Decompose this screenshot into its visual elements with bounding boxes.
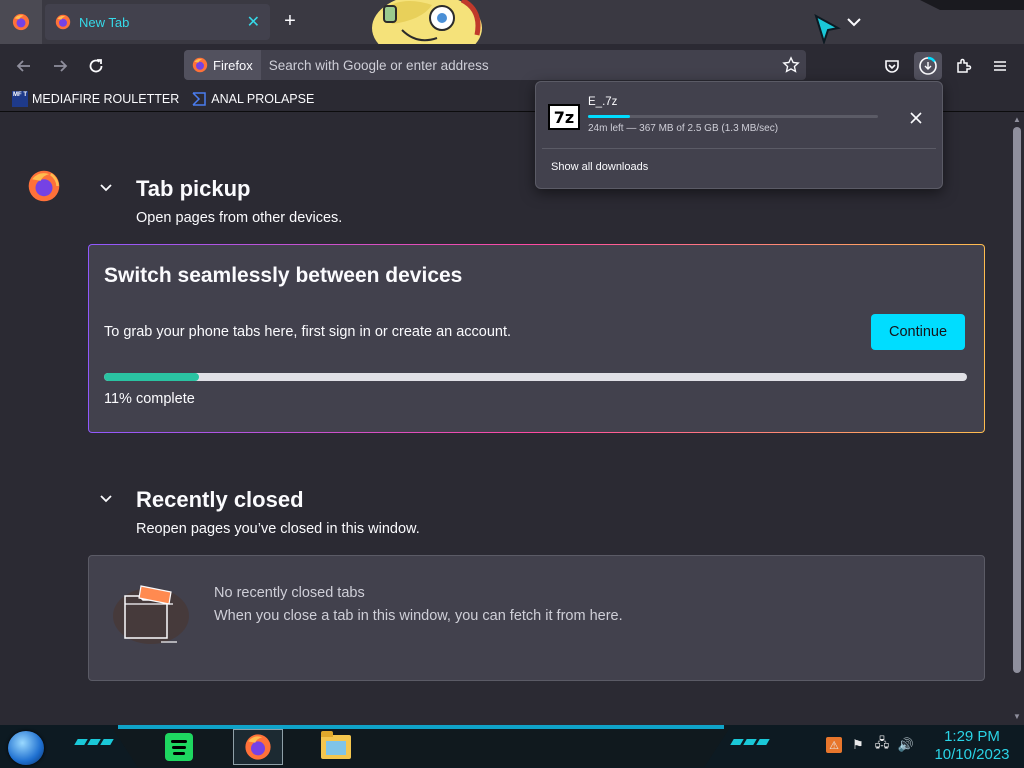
arrow-right-icon	[54, 60, 68, 72]
recently-closed-toggle[interactable]	[96, 488, 116, 508]
tab-pickup-title: Tab pickup	[136, 176, 251, 201]
tab-strip: New Tab ✕ +	[0, 0, 1024, 62]
cursor-decoration	[814, 14, 841, 44]
bookmark-page-button[interactable]	[776, 50, 806, 80]
bookmark-label: MEDIAFIRE ROULETTER	[32, 91, 180, 106]
page-scrollbar[interactable]: ▲ ▼	[1010, 113, 1024, 725]
cancel-download-button[interactable]	[904, 106, 928, 130]
taskbar-decoration-left	[74, 739, 114, 745]
empty-state-title: No recently closed tabs	[214, 585, 365, 601]
identity-label: Firefox	[213, 57, 253, 73]
firefox-icon	[245, 734, 271, 760]
7z-file-icon: 7z	[548, 104, 580, 130]
bookmark-item-second[interactable]: ANAL PROLAPSE	[189, 88, 316, 110]
taskbar-app-file-explorer[interactable]	[311, 729, 361, 765]
firefox-logo-icon	[28, 170, 60, 202]
extensions-button[interactable]	[950, 52, 978, 80]
pocket-button[interactable]	[878, 52, 906, 80]
start-button[interactable]	[8, 731, 44, 765]
setup-progress-fill	[104, 373, 199, 381]
clock-date: 10/10/2023	[934, 746, 1010, 763]
progress-label: 11% complete	[104, 391, 195, 407]
download-file-name[interactable]: E_.7z	[588, 96, 617, 108]
back-button[interactable]	[10, 52, 38, 80]
card-text: To grab your phone tabs here, first sign…	[104, 324, 512, 340]
firefox-icon	[55, 14, 71, 30]
taskbar-glow	[118, 725, 724, 729]
show-all-downloads-button[interactable]: Show all downloads	[551, 161, 648, 173]
setup-progress-bar	[104, 373, 967, 381]
downloads-button[interactable]	[914, 52, 942, 80]
firefox-view-button[interactable]	[0, 0, 42, 44]
reload-button[interactable]	[82, 52, 110, 80]
bookmark-item-mediafire[interactable]: MF T MEDIAFIRE ROULETTER	[10, 88, 181, 110]
chevron-down-icon	[100, 495, 112, 503]
clock-time: 1:29 PM	[944, 728, 1000, 745]
taskbar-app-firefox[interactable]	[233, 729, 283, 765]
tab-pickup-subtitle: Open pages from other devices.	[136, 210, 343, 226]
navigation-toolbar: Firefox	[0, 44, 1024, 86]
download-progress-bar	[588, 115, 878, 118]
url-input[interactable]	[268, 57, 776, 73]
notification-icon[interactable]: ⚠	[826, 737, 842, 753]
taskbar-clock[interactable]: 1:29 PM 10/10/2023	[926, 728, 1018, 764]
empty-folder-icon	[113, 585, 189, 644]
forward-button[interactable]	[46, 52, 74, 80]
download-progress-fill	[588, 115, 630, 118]
taskbar-center-panel	[113, 729, 729, 767]
recently-closed-subtitle: Reopen pages you’ve closed in this windo…	[136, 521, 420, 537]
identity-box[interactable]: Firefox	[184, 50, 261, 80]
reload-icon	[89, 59, 103, 73]
taskbar: ⚠ ⚑ 🖧 🔊 1:29 PM 10/10/2023	[0, 725, 1024, 768]
panel-divider	[542, 148, 936, 149]
list-all-tabs-button[interactable]	[842, 10, 866, 34]
system-tray: ⚠ ⚑ 🖧 🔊	[826, 735, 914, 753]
firefox-icon	[192, 57, 208, 73]
bookmark-label: ANAL PROLAPSE	[211, 91, 315, 106]
scroll-thumb[interactable]	[1013, 127, 1021, 673]
close-tab-icon[interactable]: ✕	[247, 12, 260, 32]
star-icon	[782, 56, 800, 73]
firefox-view-page: Tab pickup Open pages from other devices…	[0, 113, 1010, 725]
action-center-icon[interactable]: ⚑	[850, 737, 866, 753]
mediafire-icon: MF T	[12, 90, 28, 107]
download-progress-icon	[919, 56, 937, 75]
sync-setup-card: Switch seamlessly between devices To gra…	[88, 244, 985, 433]
card-title: Switch seamlessly between devices	[104, 264, 463, 287]
recently-closed-card: No recently closed tabs When you close a…	[88, 555, 985, 681]
chevron-down-icon	[100, 184, 112, 192]
taskbar-decoration-right	[730, 739, 770, 745]
tab-new-tab[interactable]: New Tab ✕	[45, 4, 270, 40]
continue-button[interactable]: Continue	[871, 314, 965, 350]
spotify-icon	[165, 733, 193, 761]
bookmark-page-icon	[192, 91, 206, 106]
empty-state-description: When you close a tab in this window, you…	[214, 608, 623, 624]
network-icon[interactable]: 🖧	[874, 735, 890, 753]
taskbar-app-spotify[interactable]	[154, 729, 204, 765]
scroll-down-icon[interactable]: ▼	[1013, 713, 1021, 721]
app-menu-button[interactable]	[986, 52, 1014, 80]
volume-icon[interactable]: 🔊	[898, 737, 914, 753]
recently-closed-title: Recently closed	[136, 487, 304, 512]
folder-icon	[321, 731, 351, 759]
tab-title: New Tab	[79, 14, 130, 30]
window-frame-decoration	[920, 0, 1024, 10]
downloads-panel: 7z E_.7z 24m left — 367 MB of 2.5 GB (1.…	[535, 81, 943, 189]
close-icon	[910, 112, 922, 124]
puzzle-piece-icon	[957, 58, 972, 73]
hamburger-menu-icon	[994, 61, 1006, 71]
chevron-down-icon	[847, 18, 861, 27]
tab-pickup-toggle[interactable]	[96, 177, 116, 197]
pocket-icon	[885, 60, 899, 73]
address-bar[interactable]: Firefox	[184, 50, 806, 80]
firefox-icon	[12, 13, 30, 31]
new-tab-button[interactable]: +	[278, 10, 302, 34]
scroll-up-icon[interactable]: ▲	[1013, 116, 1021, 124]
arrow-left-icon	[16, 60, 30, 72]
download-status: 24m left — 367 MB of 2.5 GB (1.3 MB/sec)	[588, 123, 779, 134]
